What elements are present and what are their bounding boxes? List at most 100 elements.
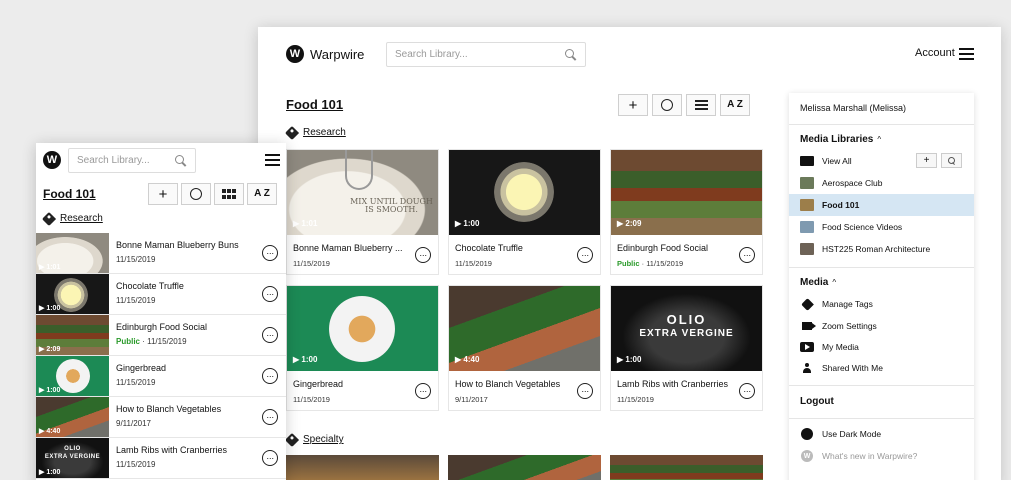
public-badge: Public	[116, 337, 141, 346]
warpwire-logo[interactable]: W	[43, 151, 61, 169]
video-thumbnail[interactable]: ▶ 1:00	[449, 150, 600, 235]
tag-icon	[800, 297, 814, 311]
video-card[interactable]: ▶ 1:00 Chocolate Truffle 11/15/2019 ···	[448, 149, 601, 275]
video-card[interactable]: ▶ 1:00 Gingerbread 11/15/2019 ···	[286, 285, 439, 411]
account-link[interactable]: Account	[915, 47, 955, 59]
more-options-icon[interactable]: ···	[739, 247, 755, 263]
video-thumbnail[interactable]: ▶ 4:40	[449, 286, 600, 371]
media-heading[interactable]: Media ^	[800, 277, 836, 288]
sidebar-item-hst225[interactable]: HST225 Roman Architecture	[789, 238, 974, 260]
video-thumbnail[interactable]	[610, 455, 763, 480]
more-options-icon[interactable]: ···	[262, 286, 278, 302]
video-thumbnail[interactable]	[448, 455, 601, 480]
duration-badge: ▶ 1:00	[39, 305, 61, 312]
video-card[interactable]: ▶ 4:40 How to Blanch Vegetables 9/11/201…	[448, 285, 601, 411]
sidebar-item-zoom-settings[interactable]: Zoom Settings	[789, 315, 974, 337]
video-date: 11/15/2019	[116, 378, 156, 387]
video-card[interactable]: ▶ 2:09 Edinburgh Food Social Public · 11…	[610, 149, 763, 275]
more-options-icon[interactable]: ···	[262, 409, 278, 425]
video-thumbnail[interactable]: ▶ 2:09	[36, 315, 109, 355]
more-options-icon[interactable]: ···	[262, 327, 278, 343]
record-button[interactable]	[652, 94, 682, 116]
video-thumbnail[interactable]: MIX UNTIL DOUGH IS SMOOTH. ▶ 1:01	[287, 150, 438, 235]
add-media-button[interactable]: +	[618, 94, 648, 116]
more-options-icon[interactable]: ···	[262, 245, 278, 261]
more-options-icon[interactable]: ···	[739, 383, 755, 399]
list-item[interactable]: ▶ 2:09 Edinburgh Food Social Public · 11…	[36, 315, 286, 356]
video-thumbnail[interactable]: OLIO EXTRA VERGINE ▶ 1:00	[611, 286, 762, 371]
list-item[interactable]: ▶ 1:01 Bonne Maman Blueberry Buns 11/15/…	[36, 233, 286, 274]
tag-specialty[interactable]: Specialty	[284, 432, 344, 447]
search-input[interactable]: Search Library...	[68, 148, 196, 173]
video-thumbnail[interactable]: ▶ 1:00	[287, 286, 438, 371]
more-options-icon[interactable]: ···	[577, 247, 593, 263]
list-item[interactable]: ▶ 4:40 How to Blanch Vegetables 9/11/201…	[36, 397, 286, 438]
divider	[789, 124, 974, 125]
video-title[interactable]: Gingerbread	[293, 379, 411, 389]
hamburger-menu-icon[interactable]	[959, 48, 974, 60]
tag-research[interactable]: Research	[284, 125, 346, 140]
sort-az-button[interactable]: A Z	[247, 183, 277, 205]
video-title[interactable]: How to Blanch Vegetables	[455, 379, 573, 389]
logout-link[interactable]: Logout	[800, 396, 834, 407]
grid-view-button[interactable]	[214, 183, 244, 205]
video-thumbnail[interactable]: ▶ 1:00	[36, 274, 109, 314]
video-title[interactable]: Chocolate Truffle	[116, 281, 184, 291]
sidebar-item-my-media[interactable]: My Media	[789, 336, 974, 358]
video-title[interactable]: Bonne Maman Blueberry ...	[293, 243, 411, 253]
video-thumbnail[interactable]: ▶ 2:09	[611, 150, 762, 235]
search-icon[interactable]	[175, 154, 187, 167]
whisk-art	[345, 150, 373, 190]
dark-mode-toggle[interactable]: Use Dark Mode	[789, 423, 974, 445]
video-title[interactable]: Edinburgh Food Social	[116, 322, 207, 332]
video-title[interactable]: Gingerbread	[116, 363, 166, 373]
video-thumbnail[interactable]: ▶ 1:01	[36, 233, 109, 273]
warpwire-logo-icon: W	[286, 45, 304, 63]
video-title[interactable]: Chocolate Truffle	[455, 243, 573, 253]
search-icon[interactable]	[565, 48, 577, 61]
video-title[interactable]: Lamb Ribs with Cranberries	[116, 445, 227, 455]
sidebar-item-aerospace-club[interactable]: Aerospace Club	[789, 172, 974, 194]
warpwire-logo[interactable]: W Warpwire	[286, 45, 364, 63]
video-thumbnail[interactable]: OLIO EXTRA VERGINE ▶ 1:00	[36, 438, 109, 478]
person-icon	[800, 363, 814, 373]
whats-new-link[interactable]: W What's new in Warpwire?	[789, 445, 974, 467]
sort-az-button[interactable]: A Z	[720, 94, 750, 116]
video-card[interactable]: OLIO EXTRA VERGINE ▶ 1:00 Lamb Ribs with …	[610, 285, 763, 411]
sidebar-item-manage-tags[interactable]: Manage Tags	[789, 293, 974, 315]
more-options-icon[interactable]: ···	[262, 368, 278, 384]
list-item[interactable]: ▶ 1:00 Chocolate Truffle 11/15/2019 ···	[36, 274, 286, 315]
add-media-button[interactable]: +	[148, 183, 178, 205]
search-input[interactable]: Search Library...	[386, 42, 586, 67]
sidebar-item-food-101[interactable]: Food 101	[789, 194, 974, 216]
hamburger-menu-icon[interactable]	[265, 154, 280, 166]
more-options-icon[interactable]: ···	[415, 383, 431, 399]
list-item[interactable]: OLIO EXTRA VERGINE ▶ 1:00 Lamb Ribs with C…	[36, 438, 286, 479]
video-title[interactable]: Edinburgh Food Social	[617, 243, 735, 253]
video-title[interactable]: How to Blanch Vegetables	[116, 404, 221, 414]
account-sidebar: Melissa Marshall (Melissa) Media Librari…	[789, 93, 974, 480]
sidebar-item-shared-with-me[interactable]: Shared With Me	[789, 357, 974, 379]
media-libraries-heading[interactable]: Media Libraries ^	[800, 134, 881, 145]
video-meta: Public · 11/15/2019	[116, 337, 187, 346]
video-title[interactable]: Bonne Maman Blueberry Buns	[116, 240, 239, 250]
more-options-icon[interactable]: ···	[262, 450, 278, 466]
video-thumbnail[interactable]: ▶ 4:40	[36, 397, 109, 437]
video-thumbnail[interactable]: ▶ 1:00	[36, 356, 109, 396]
sidebar-item-food-science-videos[interactable]: Food Science Videos	[789, 216, 974, 238]
library-title[interactable]: Food 101	[286, 97, 343, 112]
record-button[interactable]	[181, 183, 211, 205]
video-card[interactable]: MIX UNTIL DOUGH IS SMOOTH. ▶ 1:01 Bonne …	[286, 149, 439, 275]
add-library-button[interactable]: +	[916, 153, 937, 168]
library-thumbnail	[800, 221, 814, 233]
grid-icon	[222, 189, 236, 199]
video-title[interactable]: Lamb Ribs with Cranberries	[617, 379, 735, 389]
more-options-icon[interactable]: ···	[415, 247, 431, 263]
video-thumbnail[interactable]	[286, 455, 439, 480]
list-item[interactable]: ▶ 1:00 Gingerbread 11/15/2019 ···	[36, 356, 286, 397]
library-title[interactable]: Food 101	[43, 187, 96, 201]
more-options-icon[interactable]: ···	[577, 383, 593, 399]
list-view-button[interactable]	[686, 94, 716, 116]
search-libraries-button[interactable]	[941, 153, 962, 168]
tag-research[interactable]: Research	[41, 211, 103, 226]
